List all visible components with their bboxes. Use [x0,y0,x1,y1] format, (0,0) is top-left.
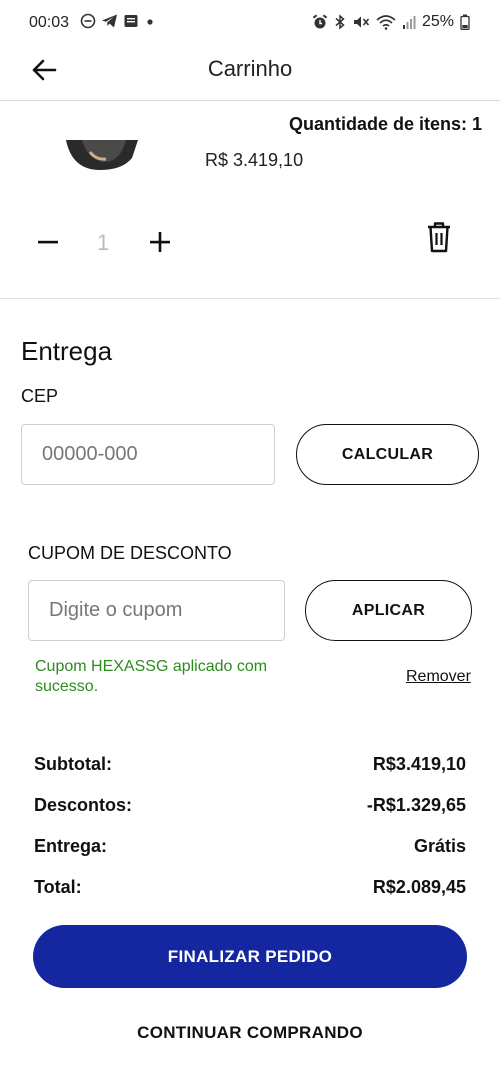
trash-icon [428,222,450,253]
minus-icon [38,240,58,244]
total-row: Total: R$2.089,45 [34,877,466,898]
items-quantity-label: Quantidade de itens: 1 [288,114,482,134]
shipping-row: Entrega: Grátis [34,836,466,857]
telegram-icon [102,14,117,28]
discount-value: -R$1.329,65 [366,795,466,815]
cep-label: CEP [21,386,59,406]
shipping-label: Entrega: [34,836,108,856]
alarm-icon [312,14,328,29]
battery-percentage: 25% [421,13,454,30]
battery-icon [460,14,470,30]
discount-row: Descontos: -R$1.329,65 [34,795,466,816]
quantity-controls: 1 [0,218,500,268]
quantity-value: 1 [97,230,110,255]
continue-shopping-button[interactable]: CONTINUAR COMPRANDO [0,1023,500,1043]
mute-icon [353,16,370,28]
app-header: Carrinho [0,46,500,101]
calculate-button[interactable]: CALCULAR [296,424,479,485]
apply-coupon-button[interactable]: APLICAR [305,580,472,641]
bluetooth-icon [335,14,345,30]
subtotal-row: Subtotal: R$3.419,10 [34,754,466,775]
decrease-quantity-button[interactable] [34,228,62,256]
coupon-label: CUPOM DE DESCONTO [28,543,232,563]
status-right-icons: 25% [312,13,470,31]
remove-coupon-link[interactable]: Remover [406,668,471,686]
status-time: 00:03 [29,14,70,31]
shipping-value: Grátis [413,836,466,856]
dot-icon [147,19,153,25]
increase-quantity-button[interactable] [146,228,174,256]
finalize-order-button[interactable]: FINALIZAR PEDIDO [33,925,467,988]
total-value: R$2.089,45 [372,877,466,897]
status-left-icons [80,13,156,29]
discount-label: Descontos: [34,795,133,815]
cep-input[interactable] [21,424,275,485]
delivery-title: Entrega [21,336,113,366]
coupon-input[interactable] [28,580,285,641]
coupon-success-message: Cupom HEXASSG aplicado com sucesso. [35,658,268,695]
message-icon [124,15,138,27]
minus-circle-icon [80,13,96,29]
plus-icon [150,232,170,252]
subtotal-value: R$3.419,10 [372,754,466,774]
status-bar: 00:03 25% [0,0,500,46]
signal-icon [402,16,416,29]
remove-item-button[interactable] [424,220,454,254]
page-title: Carrinho [207,56,293,81]
wifi-icon [376,15,396,30]
subtotal-label: Subtotal: [34,754,112,774]
product-price: R$ 3.419,10 [205,150,304,170]
product-image[interactable] [62,140,146,176]
total-label: Total: [34,877,82,897]
section-divider [0,298,500,299]
